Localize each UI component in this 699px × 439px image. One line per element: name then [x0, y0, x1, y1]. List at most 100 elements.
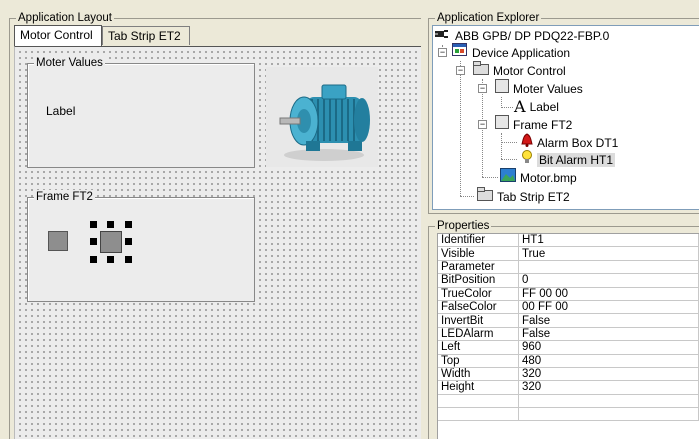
label-control[interactable]: Label [46, 104, 75, 118]
property-name: Visible [438, 246, 519, 261]
property-row[interactable] [438, 407, 699, 422]
tree-line [482, 177, 498, 178]
text-label-icon: A [514, 96, 526, 116]
property-value[interactable]: 0 [518, 273, 699, 288]
resize-handle-sw[interactable] [90, 256, 97, 263]
tree-item-motor-control[interactable]: Motor Control [473, 61, 566, 79]
resize-handle-w[interactable] [90, 238, 97, 245]
plug-icon [435, 27, 451, 45]
resize-handle-e[interactable] [125, 238, 132, 245]
property-value[interactable]: True [518, 246, 699, 261]
tree-item-moter-values[interactable]: Moter Values [495, 79, 583, 97]
property-name [438, 407, 519, 422]
tab-tab-strip-et2[interactable]: Tab Strip ET2 [102, 26, 190, 45]
tree-item-label: Label [529, 99, 559, 114]
property-value[interactable] [518, 394, 699, 409]
design-canvas[interactable]: Moter Values Label Frame FT2 [14, 46, 421, 439]
bit-alarm-ht1-selected[interactable] [90, 221, 132, 263]
property-name: Height [438, 380, 519, 395]
tree-item-label: ABB GPB/ DP PDQ22-FBP.0 [455, 28, 610, 43]
property-row[interactable]: LEDAlarm False [438, 327, 699, 342]
light-bulb-icon [521, 150, 533, 169]
property-name: FalseColor [438, 300, 519, 315]
property-name [438, 394, 519, 409]
moter-values-frame[interactable]: Moter Values Label [27, 56, 255, 168]
frame-ft2[interactable]: Frame FT2 [27, 190, 255, 302]
property-name: InvertBit [438, 313, 519, 328]
tab-icon [473, 61, 489, 80]
property-row[interactable]: Height 320 [438, 380, 699, 395]
property-grid[interactable]: Identifier HT1 Visible True Parameter BitPosi… [437, 233, 699, 439]
property-name: Top [438, 354, 519, 368]
tree-item-label: Motor.bmp [520, 170, 577, 185]
property-name: LEDAlarm [438, 327, 519, 342]
expander-frame-ft2[interactable]: − [478, 120, 487, 129]
property-row[interactable]: TrueColor FF 00 00 [438, 287, 699, 301]
property-value[interactable]: False [518, 313, 699, 328]
moter-values-frame-title: Moter Values [34, 56, 105, 70]
property-value[interactable]: 320 [518, 367, 699, 382]
tree-item-alarm-box-dt1[interactable]: Alarm Box DT1 [521, 133, 618, 151]
tree-item-frame-ft2[interactable]: Frame FT2 [495, 115, 572, 133]
property-row[interactable]: Visible True [438, 246, 699, 261]
property-name: Left [438, 340, 519, 355]
alarm-box-dt1[interactable] [48, 231, 68, 251]
resize-handle-n[interactable] [107, 221, 114, 228]
property-value[interactable]: 960 [518, 340, 699, 355]
frame-ft2-title: Frame FT2 [34, 190, 95, 204]
property-value[interactable]: False [518, 327, 699, 342]
property-value[interactable]: 320 [518, 380, 699, 395]
application-explorer-title: Application Explorer [435, 11, 542, 25]
property-row[interactable]: BitPosition 0 [438, 273, 699, 288]
frame-icon [495, 79, 509, 98]
explorer-tree[interactable]: − − − − ABB GPB/ DP PDQ22-FBP.0 Device A… [432, 25, 699, 210]
property-value[interactable]: 00 FF 00 [518, 300, 699, 315]
application-icon [452, 43, 468, 62]
property-row[interactable]: InvertBit False [438, 313, 699, 328]
property-value[interactable] [518, 407, 699, 422]
application-layout-title: Application Layout [16, 11, 114, 25]
tree-item-motor-bmp[interactable]: Motor.bmp [500, 168, 577, 186]
tree-item-label-control[interactable]: A Label [514, 97, 559, 115]
property-row[interactable]: FalseColor 00 FF 00 [438, 300, 699, 315]
property-table: Identifier HT1 Visible True Parameter BitPosi… [438, 234, 699, 422]
property-row[interactable]: Parameter [438, 260, 699, 275]
property-row[interactable]: Top 480 [438, 354, 699, 368]
motor-image[interactable] [266, 67, 378, 167]
property-row[interactable]: Left 960 [438, 340, 699, 355]
property-name: Parameter [438, 260, 519, 275]
tab-motor-control[interactable]: Motor Control [14, 25, 102, 46]
resize-handle-ne[interactable] [125, 221, 132, 228]
bitmap-icon [500, 168, 516, 187]
bit-alarm-ht1-control[interactable] [100, 231, 122, 253]
expander-device-application[interactable]: − [438, 48, 447, 57]
tree-item-bit-alarm-ht1[interactable]: Bit Alarm HT1 [521, 150, 616, 169]
tree-line [501, 107, 513, 108]
tree-item-device-application[interactable]: Device Application [452, 43, 570, 61]
property-row[interactable]: Identifier HT1 [438, 234, 699, 248]
expander-moter-values[interactable]: − [478, 84, 487, 93]
tree-item-tab-strip-et2[interactable]: Tab Strip ET2 [477, 187, 570, 205]
tree-item-label: Motor Control [493, 63, 566, 78]
tree-item-abb-gpb[interactable]: ABB GPB/ DP PDQ22-FBP.0 [435, 26, 609, 44]
property-value[interactable]: HT1 [518, 234, 699, 248]
resize-handle-nw[interactable] [90, 221, 97, 228]
tree-line [501, 142, 517, 143]
tree-line [460, 61, 461, 196]
property-value[interactable]: FF 00 00 [518, 287, 699, 301]
expander-motor-control[interactable]: − [456, 66, 465, 75]
property-row[interactable]: Width 320 [438, 367, 699, 382]
properties-title: Properties [435, 219, 492, 233]
property-value[interactable] [518, 260, 699, 275]
property-row[interactable] [438, 394, 699, 409]
property-name: Width [438, 367, 519, 382]
resize-handle-se[interactable] [125, 256, 132, 263]
property-name: TrueColor [438, 287, 519, 301]
frame-icon [495, 115, 509, 134]
property-name: Identifier [438, 234, 519, 248]
tree-line [501, 159, 517, 160]
tree-item-label: Bit Alarm HT1 [537, 152, 616, 167]
tree-item-label: Alarm Box DT1 [537, 135, 619, 150]
resize-handle-s[interactable] [107, 256, 114, 263]
property-value[interactable]: 480 [518, 354, 699, 368]
